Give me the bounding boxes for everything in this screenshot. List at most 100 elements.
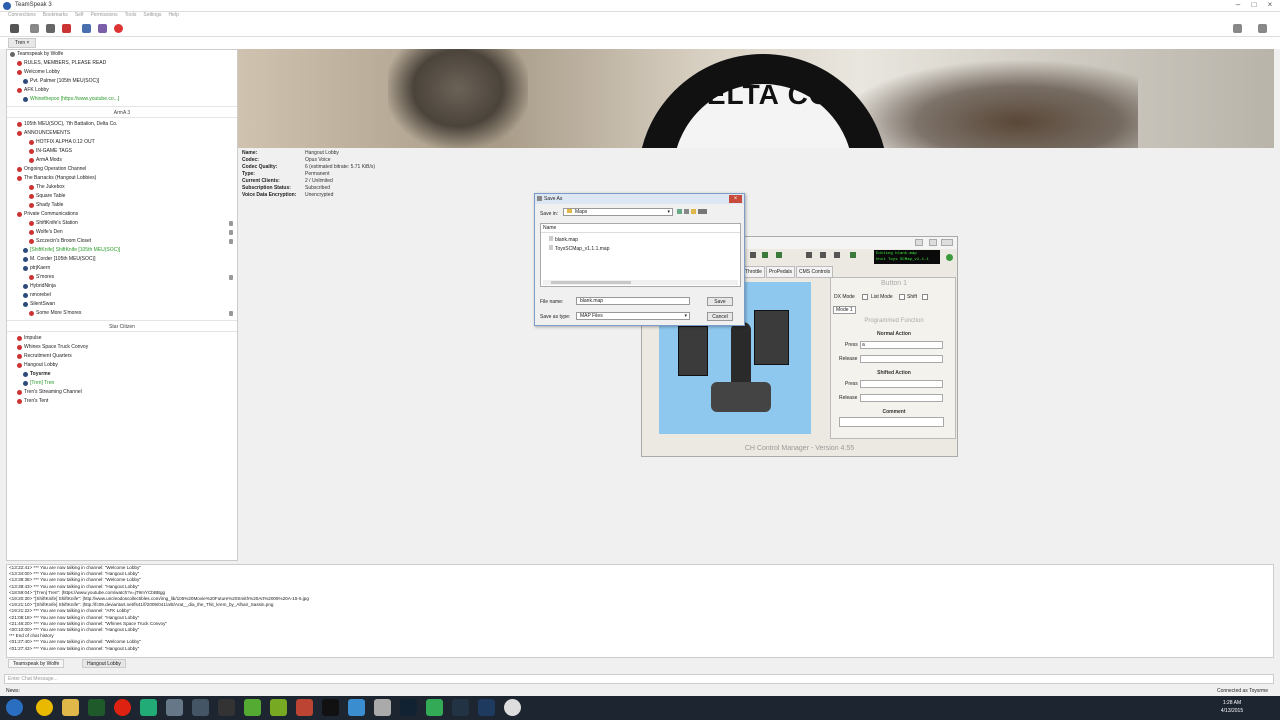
tree-user[interactable]: SilentSwan	[7, 300, 237, 309]
connect-icon[interactable]	[10, 24, 19, 33]
save-in-dropdown[interactable]: Maps ▾	[563, 208, 673, 216]
minimize-button[interactable]: –	[1230, 0, 1246, 11]
tree-channel[interactable]: Welcome Lobby	[7, 68, 237, 77]
app-icon[interactable]	[270, 699, 287, 716]
ch-tool-icon[interactable]	[776, 252, 782, 258]
menu-help[interactable]: Help	[168, 12, 178, 18]
tree-user[interactable]: Whinethepoo [https://www.youtube.co...]	[7, 95, 237, 104]
tree-channel[interactable]: IN-GAME TAGS	[7, 147, 237, 156]
app-icon[interactable]	[296, 699, 313, 716]
joystick-button-box[interactable]	[678, 326, 708, 376]
away-icon[interactable]	[62, 24, 71, 33]
tree-user[interactable]: nmorebel	[7, 291, 237, 300]
app-icon[interactable]	[218, 699, 235, 716]
ch-tool-icon[interactable]	[850, 252, 856, 258]
chat-icon[interactable]	[82, 24, 91, 33]
tree-channel[interactable]: Tren's Streaming Channel	[7, 388, 237, 397]
tree-spacer[interactable]: Star Citizen	[7, 320, 237, 332]
app-icon[interactable]	[140, 699, 157, 716]
tree-channel[interactable]: ArmA Mods	[7, 156, 237, 165]
tab-propedals[interactable]: ProPedals	[765, 266, 796, 278]
tree-channel[interactable]: AFK Lobby	[7, 86, 237, 95]
shift-checkbox[interactable]	[922, 294, 928, 300]
server-tab[interactable]: Tren ×	[8, 38, 37, 48]
tree-channel[interactable]: Tren's Tent	[7, 397, 237, 406]
tree-spacer[interactable]: ArmA 3	[7, 106, 237, 118]
teamspeak-icon[interactable]	[348, 699, 365, 716]
menu-permissions[interactable]: Permissions	[90, 12, 117, 18]
maximize-button[interactable]: □	[1246, 0, 1262, 11]
mute-icon[interactable]	[114, 24, 123, 33]
back-icon[interactable]	[677, 209, 682, 214]
tree-channel[interactable]: Ongoing Operation Channel	[7, 165, 237, 174]
app-icon[interactable]	[192, 699, 209, 716]
tree-channel[interactable]: HOTFIX ALPHA 0.12 OUT	[7, 138, 237, 147]
menu-bookmarks[interactable]: Bookmarks	[43, 12, 68, 18]
cancel-button[interactable]: Cancel	[707, 312, 733, 321]
menu-settings[interactable]: Settings	[143, 12, 161, 18]
list-mode-checkbox[interactable]	[899, 294, 905, 300]
ch-close-button[interactable]	[941, 239, 953, 246]
ch-tool-icon[interactable]	[750, 252, 756, 258]
horizontal-scrollbar[interactable]	[543, 280, 738, 285]
tree-channel[interactable]: Teamspeak by Wolfe	[7, 50, 237, 59]
app-icon[interactable]	[426, 699, 443, 716]
app-icon[interactable]	[400, 699, 417, 716]
app-icon[interactable]	[452, 699, 469, 716]
tree-user[interactable]: [Tren] Tren	[7, 379, 237, 388]
tab-cms-controls[interactable]: CMS Controls	[796, 266, 834, 278]
tree-channel[interactable]: Szczecin's Broom Closet	[7, 237, 237, 246]
file-name-input[interactable]: blank.map	[576, 297, 690, 305]
dx-mode-checkbox[interactable]	[862, 294, 868, 300]
chat-input[interactable]: Enter Chat Message...	[4, 674, 1274, 684]
column-name-header[interactable]: Name	[543, 225, 556, 231]
nvidia-icon[interactable]	[244, 699, 261, 716]
new-folder-icon[interactable]	[691, 209, 696, 214]
tree-channel[interactable]: ANNOUNCEMENTS	[7, 129, 237, 138]
tree-channel[interactable]: Hangout Lobby	[7, 361, 237, 370]
ch-maximize-button[interactable]	[929, 239, 937, 246]
app-icon[interactable]	[88, 699, 105, 716]
tree-channel[interactable]: Square Table	[7, 192, 237, 201]
chat-tab-channel[interactable]: Hangout Lobby	[82, 659, 126, 668]
clock[interactable]: 1:28 AM 4/13/2015	[1212, 699, 1252, 715]
close-button[interactable]: ×	[1262, 0, 1278, 11]
tree-channel[interactable]: Some More S'mores	[7, 309, 237, 318]
tree-channel[interactable]: The Jukebox	[7, 183, 237, 192]
ch-minimize-button[interactable]	[915, 239, 923, 246]
chrome-icon[interactable]	[36, 699, 53, 716]
start-button-icon[interactable]	[6, 699, 23, 716]
identity-icon[interactable]	[98, 24, 107, 33]
ch-tool-icon[interactable]	[762, 252, 768, 258]
comment-field[interactable]	[839, 417, 944, 427]
normal-press-field[interactable]: a	[860, 341, 943, 349]
tree-channel[interactable]: RULES, MEMBERS, PLEASE READ	[7, 59, 237, 68]
app-icon[interactable]	[322, 699, 339, 716]
explorer-icon[interactable]	[62, 699, 79, 716]
tree-user[interactable]: M. Corder [105th MEU(SOC)]	[7, 255, 237, 264]
tree-channel[interactable]: Wolfe's Den	[7, 228, 237, 237]
tree-channel[interactable]: Private Communications	[7, 210, 237, 219]
menu-self[interactable]: Self	[75, 12, 84, 18]
opera-icon[interactable]	[114, 699, 131, 716]
tree-channel[interactable]: Whines Space Truck Convoy	[7, 343, 237, 352]
app-icon[interactable]	[166, 699, 183, 716]
ch-tool-icon[interactable]	[834, 252, 840, 258]
save-button[interactable]: Save	[707, 297, 733, 306]
chat-tab-server[interactable]: Teamspeak by Wolfe	[8, 659, 65, 668]
menu-connections[interactable]: Connections	[8, 12, 36, 18]
microphone-icon[interactable]	[1258, 24, 1267, 33]
tree-channel[interactable]: Impulse	[7, 334, 237, 343]
save-as-type-dropdown[interactable]: MAP Files ▾	[576, 312, 690, 320]
tree-channel[interactable]: 105th MEU(SOC), 7th Battalion, Delta Co.	[7, 120, 237, 129]
up-folder-icon[interactable]	[684, 209, 689, 214]
file-item[interactable]: ToysSCMap_v1.1.1.map	[549, 245, 609, 252]
tree-channel[interactable]: The Barracks (Hangout Lobbies)	[7, 174, 237, 183]
disconnect-icon[interactable]	[30, 24, 39, 33]
tree-user[interactable]: [ShiftKnife] ShiftKnife [105th MEU(SOC)]	[7, 246, 237, 255]
app-icon[interactable]	[374, 699, 391, 716]
speaker-icon[interactable]	[1233, 24, 1242, 33]
tree-channel[interactable]: ShiftKnife's Station	[7, 219, 237, 228]
menu-tools[interactable]: Tools	[125, 12, 137, 18]
mode-select[interactable]: Mode 1	[833, 306, 856, 314]
